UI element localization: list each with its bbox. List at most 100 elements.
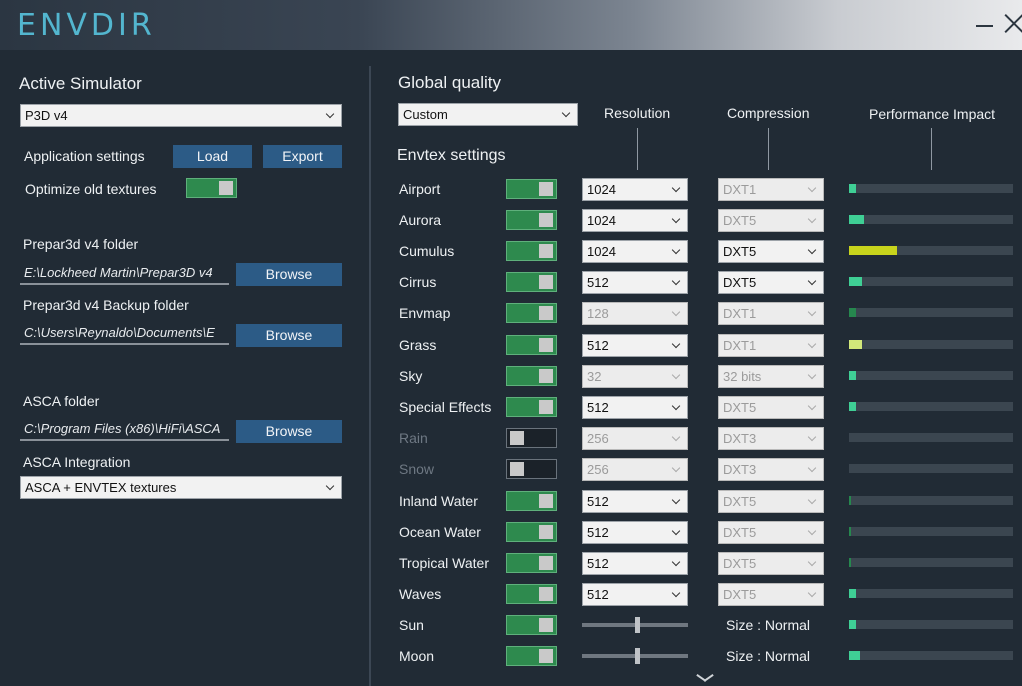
row-compression-select-tropical-water[interactable]: DXT5 [718,552,824,575]
row-compression-select-cumulus[interactable]: DXT5 [718,240,824,263]
row-resolution-select-tropical-water[interactable]: 512 [582,552,688,575]
chevron-down-icon [671,214,681,224]
row-compression-select-waves[interactable]: DXT5 [718,583,824,606]
row-toggle-special-effects[interactable] [506,397,557,417]
row-compression-select-snow[interactable]: DXT3 [718,458,824,481]
chevron-down-icon [807,339,817,349]
optimize-textures-toggle[interactable] [186,178,237,198]
minimize-icon[interactable] [974,12,996,34]
row-label-moon: Moon [399,648,435,664]
backup-folder-field[interactable]: C:\Users\Reynaldo\Documents\E [20,322,229,345]
row-resolution-select-inland-water[interactable]: 512 [582,490,688,513]
chevron-down-icon [671,245,681,255]
row-performance-bar-sky [849,371,1013,380]
export-button[interactable]: Export [263,145,342,168]
row-resolution-select-rain[interactable]: 256 [582,427,688,450]
compression-value: DXT1 [723,338,757,353]
row-label-tropical-water: Tropical Water [399,555,489,571]
row-compression-select-sky[interactable]: 32 bits [718,365,824,388]
chevron-down-icon [671,588,681,598]
row-performance-bar-cirrus [849,277,1013,286]
asca-folder-label: ASCA folder [23,393,100,409]
asca-folder-field[interactable]: C:\Program Files (x86)\HiFi\ASCA [20,418,229,441]
chevron-down-icon [807,526,817,536]
row-toggle-sun[interactable] [506,615,557,635]
row-performance-bar-rain [849,433,1013,442]
global-quality-select[interactable]: Custom [398,103,578,126]
active-simulator-select[interactable]: P3D v4 [20,104,342,127]
asca-integration-select[interactable]: ASCA + ENVTEX textures [20,476,342,499]
row-toggle-tropical-water[interactable] [506,553,557,573]
row-compression-select-inland-water[interactable]: DXT5 [718,490,824,513]
compression-value: DXT5 [723,525,757,540]
backup-folder-browse-button[interactable]: Browse [236,324,342,347]
active-simulator-label: Active Simulator [19,74,142,93]
chevron-down-icon [807,401,817,411]
slider-thumb[interactable] [635,648,640,664]
row-toggle-moon[interactable] [506,646,557,666]
row-size-slider-sun[interactable] [582,615,688,635]
compression-value: DXT5 [723,494,757,509]
row-compression-select-cirrus[interactable]: DXT5 [718,271,824,294]
scroll-down-chevron-icon[interactable] [697,671,713,686]
row-resolution-select-envmap[interactable]: 128 [582,302,688,325]
row-compression-select-special-effects[interactable]: DXT5 [718,396,824,419]
resolution-value: 32 [587,369,602,384]
row-resolution-select-waves[interactable]: 512 [582,583,688,606]
row-compression-select-rain[interactable]: DXT3 [718,427,824,450]
row-toggle-aurora[interactable] [506,210,557,230]
chevron-down-icon [671,307,681,317]
toggle-knob [539,182,553,196]
row-resolution-select-sky[interactable]: 32 [582,365,688,388]
resolution-value: 512 [587,275,609,290]
performance-fill [849,527,851,536]
row-resolution-select-special-effects[interactable]: 512 [582,396,688,419]
performance-fill [849,496,851,505]
row-resolution-select-cumulus[interactable]: 1024 [582,240,688,263]
row-toggle-sky[interactable] [506,366,557,386]
row-compression-select-airport[interactable]: DXT1 [718,178,824,201]
resolution-value: 128 [587,306,609,321]
row-toggle-envmap[interactable] [506,303,557,323]
row-compression-select-envmap[interactable]: DXT1 [718,302,824,325]
row-resolution-select-snow[interactable]: 256 [582,458,688,481]
row-compression-select-ocean-water[interactable]: DXT5 [718,521,824,544]
chevron-down-icon [807,557,817,567]
toggle-knob [539,369,553,383]
row-performance-bar-inland-water [849,496,1013,505]
close-icon[interactable] [1004,12,1022,34]
row-resolution-select-aurora[interactable]: 1024 [582,209,688,232]
row-toggle-waves[interactable] [506,584,557,604]
row-compression-select-grass[interactable]: DXT1 [718,334,824,357]
row-resolution-select-cirrus[interactable]: 512 [582,271,688,294]
row-label-snow: Snow [399,461,435,477]
chevron-down-icon [807,588,817,598]
asca-folder-browse-button[interactable]: Browse [236,420,342,443]
row-size-slider-moon[interactable] [582,646,688,666]
performance-fill [849,371,856,380]
row-compression-select-aurora[interactable]: DXT5 [718,209,824,232]
row-toggle-snow[interactable] [506,459,557,479]
slider-thumb[interactable] [635,617,640,633]
chevron-down-icon [325,109,335,119]
title-bar: ENVDIR [0,0,1022,50]
compression-value: DXT3 [723,431,757,446]
row-resolution-select-airport[interactable]: 1024 [582,178,688,201]
row-toggle-cumulus[interactable] [506,241,557,261]
row-resolution-select-ocean-water[interactable]: 512 [582,521,688,544]
row-performance-bar-aurora [849,215,1013,224]
load-button[interactable]: Load [173,145,252,168]
row-toggle-airport[interactable] [506,179,557,199]
row-performance-bar-special-effects [849,402,1013,411]
row-toggle-inland-water[interactable] [506,491,557,511]
performance-fill [849,651,860,660]
chevron-down-icon [561,108,571,118]
row-resolution-select-grass[interactable]: 512 [582,334,688,357]
p3d-folder-browse-button[interactable]: Browse [236,263,342,286]
row-toggle-ocean-water[interactable] [506,522,557,542]
row-toggle-grass[interactable] [506,335,557,355]
resolution-value: 512 [587,556,609,571]
p3d-folder-field[interactable]: E:\Lockheed Martin\Prepar3D v4 [20,262,229,285]
row-toggle-cirrus[interactable] [506,272,557,292]
row-toggle-rain[interactable] [506,428,557,448]
